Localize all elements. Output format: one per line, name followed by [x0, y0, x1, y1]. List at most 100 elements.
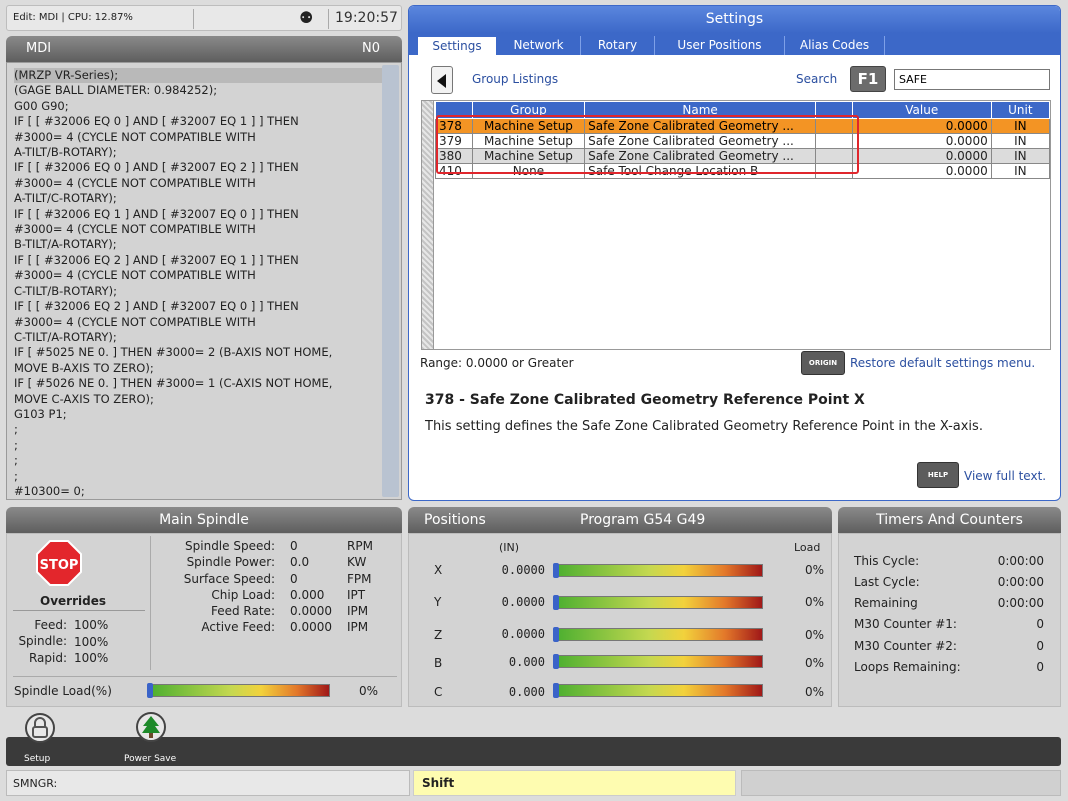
- table-scroll-grip[interactable]: [422, 101, 434, 349]
- remaining-value: 0:00:00: [997, 596, 1044, 610]
- axis-b-label: B: [434, 656, 443, 670]
- overrides-label: Overrides: [40, 594, 106, 608]
- setting-unit: IN: [990, 118, 1051, 134]
- code-line[interactable]: #3000= 4 (CYCLE NOT COMPATIBLE WITH: [14, 130, 382, 145]
- stop-sign-icon: STOP: [36, 540, 82, 586]
- axis-c-load-meter: [553, 683, 763, 698]
- mdi-scrollbar[interactable]: [382, 65, 399, 497]
- code-line[interactable]: #10300= 0;: [14, 484, 382, 499]
- settings-tabs: Settings Network Rotary User Positions A…: [409, 33, 1060, 55]
- tab-network[interactable]: Network: [497, 36, 581, 55]
- m30-counter-2-value: 0: [1036, 639, 1044, 653]
- main-spindle-header: Main Spindle: [6, 507, 402, 533]
- status-bar: Edit: MDI | CPU: 12.87% ⚉ 19:20:57: [6, 5, 402, 31]
- power-save-tree-icon[interactable]: [136, 712, 166, 742]
- surface-speed-unit: FPM: [347, 572, 372, 586]
- chip-load-label: Chip Load:: [211, 588, 275, 602]
- help-key-icon[interactable]: HELP: [917, 462, 959, 488]
- code-line[interactable]: G00 G90;: [14, 99, 382, 114]
- code-line[interactable]: C-TILT/B-ROTARY);: [14, 284, 382, 299]
- code-line[interactable]: IF [ #5025 NE 0. ] THEN #3000= 2 (B-AXIS…: [14, 345, 382, 360]
- this-cycle-label: This Cycle:: [854, 554, 920, 568]
- code-line[interactable]: ;: [14, 469, 382, 484]
- tab-settings[interactable]: Settings: [417, 36, 497, 55]
- axis-b-load: 0%: [805, 656, 825, 670]
- code-line[interactable]: ;: [14, 422, 382, 437]
- active-feed-value: 0.0000: [290, 620, 332, 634]
- code-line[interactable]: IF [ [ #32006 EQ 2 ] AND [ #32007 EQ 0 ]…: [14, 299, 382, 314]
- timers-counters-header: Timers And Counters: [838, 507, 1061, 533]
- m30-counter-1-value: 0: [1036, 617, 1044, 631]
- timers-counters-panel: This Cycle: 0:00:00 Last Cycle: 0:00:00 …: [838, 533, 1061, 707]
- col-unit: Unit: [990, 101, 1051, 119]
- setting-value[interactable]: 0.0000: [851, 163, 992, 179]
- mdi-title: MDI: [26, 41, 52, 56]
- setting-value[interactable]: 0.0000: [851, 133, 992, 149]
- code-line[interactable]: #3000= 4 (CYCLE NOT COMPATIBLE WITH: [14, 315, 382, 330]
- tab-alias-codes[interactable]: Alias Codes: [785, 36, 885, 55]
- mdi-code[interactable]: (MRZP VR-Series); (GAGE BALL DIAMETER: 0.…: [14, 68, 382, 499]
- code-line[interactable]: B-TILT/A-ROTARY);: [14, 237, 382, 252]
- code-line[interactable]: (MRZP VR-Series);: [14, 68, 382, 84]
- operator-icon: ⚉: [299, 8, 314, 27]
- feed-rate-unit: IPM: [347, 604, 369, 618]
- m30-counter-1-label: M30 Counter #1:: [854, 617, 957, 631]
- load-indicator: [553, 595, 559, 610]
- positions-header: Positions Program G54 G49: [408, 507, 832, 533]
- tab-user-positions[interactable]: User Positions: [655, 36, 785, 55]
- search-input[interactable]: [894, 69, 1050, 90]
- axis-c-label: C: [434, 685, 443, 699]
- setting-unit: IN: [990, 133, 1051, 149]
- code-line[interactable]: #3000= 4 (CYCLE NOT COMPATIBLE WITH: [14, 268, 382, 283]
- code-line[interactable]: A-TILT/C-ROTARY);: [14, 191, 382, 206]
- code-line[interactable]: MOVE C-AXIS TO ZERO);: [14, 392, 382, 407]
- code-line[interactable]: IF [ [ #32006 EQ 0 ] AND [ #32007 EQ 2 ]…: [14, 160, 382, 175]
- spindle-speed-unit: RPM: [347, 539, 373, 553]
- f1-key-icon[interactable]: F1: [850, 66, 886, 92]
- axis-z-load: 0%: [805, 628, 825, 642]
- code-line[interactable]: #3000= 4 (CYCLE NOT COMPATIBLE WITH: [14, 222, 382, 237]
- code-line[interactable]: MOVE B-AXIS TO ZERO);: [14, 361, 382, 376]
- spindle-override-label: Spindle:: [18, 634, 67, 648]
- setup-lock-icon[interactable]: [25, 713, 55, 743]
- axis-c-load: 0%: [805, 685, 825, 699]
- back-arrow-button[interactable]: [431, 66, 453, 94]
- setting-value[interactable]: 0.0000: [851, 118, 992, 134]
- positions-title: Positions: [424, 512, 486, 528]
- code-line[interactable]: (GAGE BALL DIAMETER: 0.984252);: [14, 83, 382, 98]
- code-line[interactable]: IF [ [ #32006 EQ 0 ] AND [ #32007 EQ 1 ]…: [14, 114, 382, 129]
- code-line[interactable]: ;: [14, 438, 382, 453]
- positions-panel: (IN) Load X 0.0000 0% Y 0.0000 0% Z 0.00…: [408, 533, 832, 707]
- mdi-editor[interactable]: (MRZP VR-Series); (GAGE BALL DIAMETER: 0.…: [6, 62, 402, 500]
- code-line[interactable]: C-TILT/A-ROTARY);: [14, 330, 382, 345]
- mdi-line-number: N0: [362, 41, 380, 56]
- rapid-override-value: 100%: [74, 651, 109, 665]
- axis-z-value: 0.0000: [501, 627, 545, 641]
- setting-value[interactable]: 0.0000: [851, 148, 992, 164]
- load-indicator: [147, 683, 153, 698]
- surface-speed-value: 0: [290, 572, 298, 586]
- axis-c-value: 0.000: [508, 685, 545, 699]
- setting-unit: IN: [990, 148, 1051, 164]
- loops-remaining-label: Loops Remaining:: [854, 660, 961, 674]
- code-line[interactable]: IF [ [ #32006 EQ 2 ] AND [ #32007 EQ 1 ]…: [14, 253, 382, 268]
- loops-remaining-value: 0: [1036, 660, 1044, 674]
- view-full-text-link[interactable]: View full text.: [964, 469, 1046, 483]
- code-line[interactable]: #3000= 4 (CYCLE NOT COMPATIBLE WITH: [14, 176, 382, 191]
- spindle-speed-value: 0: [290, 539, 298, 553]
- restore-default-link[interactable]: Restore default settings menu.: [850, 356, 1035, 370]
- divider: [13, 610, 145, 611]
- spindle-load-meter: [147, 683, 330, 698]
- origin-key-icon[interactable]: ORIGIN: [801, 351, 845, 375]
- smngr-status: SMNGR:: [6, 770, 410, 796]
- code-line[interactable]: IF [ [ #32006 EQ 1 ] AND [ #32007 EQ 0 ]…: [14, 207, 382, 222]
- tab-rotary[interactable]: Rotary: [581, 36, 655, 55]
- code-line[interactable]: A-TILT/B-ROTARY);: [14, 145, 382, 160]
- load-indicator: [553, 563, 559, 578]
- code-line[interactable]: ;: [14, 453, 382, 468]
- code-line[interactable]: IF [ #5026 NE 0. ] THEN #3000= 1 (C-AXIS…: [14, 376, 382, 391]
- code-line[interactable]: G103 P1;: [14, 407, 382, 422]
- group-listings-link[interactable]: Group Listings: [472, 72, 558, 86]
- shift-status: Shift: [413, 770, 736, 796]
- axis-b-value: 0.000: [508, 655, 545, 669]
